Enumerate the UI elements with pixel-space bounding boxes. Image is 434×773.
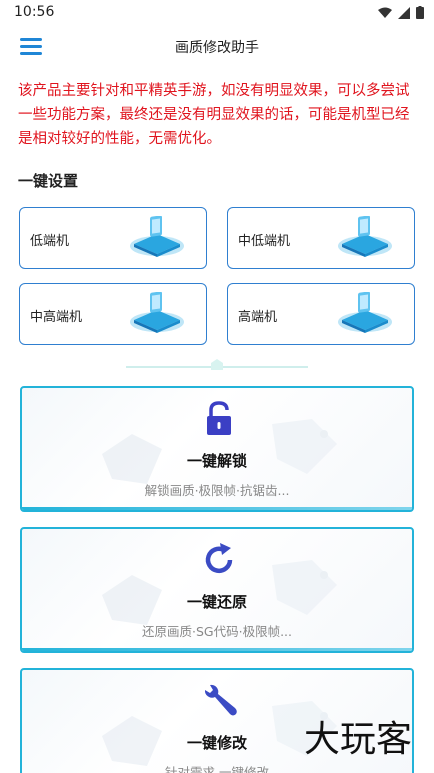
preset-mid-high-end[interactable]: 中高端机 <box>19 283 207 345</box>
section-divider <box>126 359 308 370</box>
phone-chip-icon <box>130 292 184 333</box>
status-time: 10:56 <box>14 4 55 20</box>
card-title: 一键还原 <box>186 593 247 611</box>
page-title: 画质修改助手 <box>175 40 259 56</box>
card-subtitle: 针对需求 一键修改 <box>165 765 269 773</box>
preset-mid-low-end[interactable]: 中低端机 <box>227 207 415 269</box>
watermark-logo: 大玩客 <box>303 719 412 760</box>
signal-icon <box>398 6 410 19</box>
unlock-icon <box>207 401 231 435</box>
notice-text: 该产品主要针对和平精英手游，如没有明显效果，可以多尝试一些功能方案，最终还是没有… <box>18 83 410 147</box>
card-subtitle: 解锁画质·极限帧·抗锯齿... <box>144 483 290 498</box>
preset-label: 中高端机 <box>30 310 83 325</box>
section-title-presets: 一键设置 <box>18 172 79 190</box>
card-title: 一键解锁 <box>186 452 247 470</box>
wrench-icon <box>204 684 237 716</box>
app-bar: 画质修改助手 <box>0 28 434 66</box>
phone-chip-icon <box>130 216 184 257</box>
preset-low-end[interactable]: 低端机 <box>19 207 207 269</box>
unlock-card[interactable]: 一键解锁 解锁画质·极限帧·抗锯齿... <box>20 386 414 512</box>
preset-label: 高端机 <box>238 310 278 325</box>
phone-chip-icon <box>338 216 392 257</box>
preset-label: 低端机 <box>30 234 70 249</box>
refresh-icon <box>205 543 233 574</box>
battery-icon <box>416 6 424 19</box>
card-subtitle: 还原画质·SG代码·极限帧... <box>142 624 292 639</box>
preset-label: 中低端机 <box>238 234 291 249</box>
status-icons <box>378 6 424 19</box>
preset-high-end[interactable]: 高端机 <box>227 283 415 345</box>
restore-card[interactable]: 一键还原 还原画质·SG代码·极限帧... <box>20 527 414 653</box>
status-bar: 10:56 <box>0 0 434 26</box>
phone-chip-icon <box>338 292 392 333</box>
wifi-icon <box>378 7 392 18</box>
